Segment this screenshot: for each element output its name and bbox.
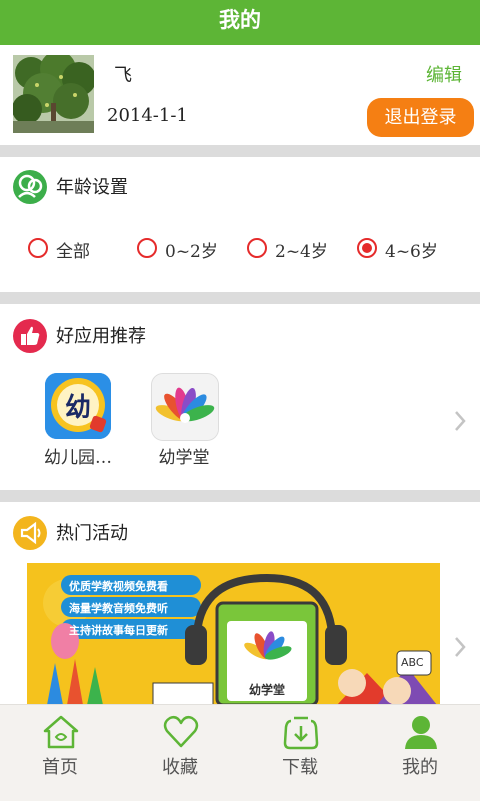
age-option-label: 全部: [56, 242, 90, 262]
activity-section-header: 热门活动: [0, 512, 480, 552]
app-item-youxuetang[interactable]: 幼学堂: [140, 373, 220, 473]
apps-section-title: 好应用推荐: [56, 326, 146, 347]
age-section-title: 年龄设置: [56, 177, 128, 198]
tab-label: 收藏: [162, 757, 198, 778]
download-icon: [283, 716, 319, 750]
divider: [0, 292, 480, 304]
user-date: 2014-1-1: [107, 105, 188, 126]
chevron-right-icon[interactable]: [454, 410, 466, 432]
tab-download[interactable]: 下载: [240, 705, 360, 801]
heart-icon: [163, 715, 199, 748]
age-option-label: 2~4岁: [275, 242, 328, 262]
app-label: 幼学堂: [158, 448, 210, 468]
radio-icon: [247, 238, 267, 258]
banner-line: 主持讲故事每日更新: [69, 624, 168, 637]
age-icon: [13, 170, 47, 204]
thumbs-up-icon: [13, 319, 47, 353]
youxuetang-app-icon: [151, 373, 219, 441]
app-item-kindergarten[interactable]: 幼 幼儿园…: [34, 373, 114, 473]
activity-section-title: 热门活动: [56, 523, 128, 544]
age-option-label: 4~6岁: [385, 242, 438, 262]
user-icon: [405, 716, 437, 749]
tab-home[interactable]: 首页: [0, 705, 120, 801]
logout-button[interactable]: 退出登录: [367, 98, 474, 137]
kindergarten-app-icon: 幼: [45, 373, 111, 439]
divider: [0, 490, 480, 502]
user-name: 飞: [114, 65, 132, 86]
age-section-header: 年龄设置: [0, 166, 480, 206]
radio-dot: [362, 243, 372, 253]
banner-brand: 幼学堂: [248, 683, 285, 697]
chevron-right-icon[interactable]: [454, 636, 466, 658]
avatar[interactable]: [13, 55, 94, 133]
divider: [0, 145, 480, 157]
home-icon: [43, 715, 79, 749]
title-bar: 我的: [0, 0, 480, 45]
edit-link[interactable]: 编辑: [426, 61, 462, 87]
tab-mine[interactable]: 我的: [360, 705, 480, 801]
bottom-tab-bar: 首页 收藏 下载 我的: [0, 704, 480, 801]
tab-favorites[interactable]: 收藏: [120, 705, 240, 801]
banner-line: 海量学教音频免费听: [69, 602, 168, 615]
tab-label: 下载: [282, 757, 318, 778]
tab-label: 首页: [42, 757, 78, 778]
activity-banner[interactable]: 优质学教视频免费看 海量学教音频免费听 主持讲故事每日更新 幼学堂 ABC: [27, 563, 440, 705]
app-label: 幼儿园…: [44, 448, 112, 468]
age-option-label: 0~2岁: [165, 242, 218, 262]
megaphone-icon: [13, 516, 47, 550]
banner-abc: ABC: [401, 656, 424, 669]
radio-icon: [137, 238, 157, 258]
banner-line: 优质学教视频免费看: [69, 580, 168, 593]
kindergarten-app-glyph: 幼: [64, 393, 91, 423]
tab-label: 我的: [402, 757, 438, 778]
radio-icon: [28, 238, 48, 258]
page-title: 我的: [219, 8, 261, 32]
apps-section-header: 好应用推荐: [0, 315, 480, 355]
profile-card: 飞 2014-1-1 编辑 退出登录: [0, 45, 480, 145]
